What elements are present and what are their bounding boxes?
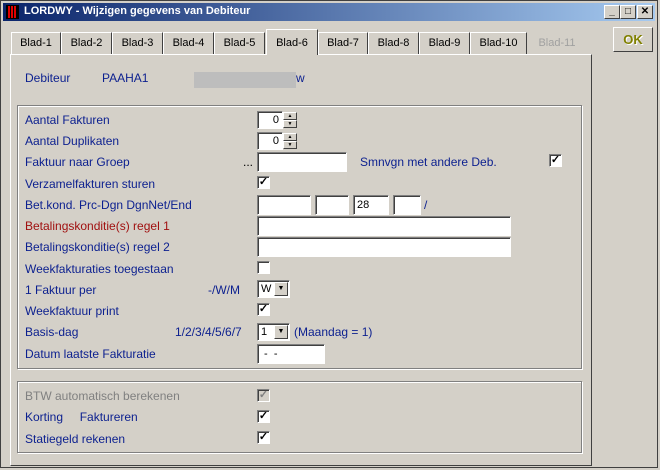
tab-blad-7[interactable]: Blad-7 bbox=[318, 32, 368, 54]
btw-label: BTW automatisch berekenen bbox=[25, 389, 180, 403]
debiteur-name-tail: w bbox=[296, 71, 305, 85]
aantal-fakturen-label: Aantal Fakturen bbox=[25, 113, 110, 127]
aantal-fakturen-spinner[interactable]: ▲ ▼ bbox=[283, 112, 297, 128]
faktuur-groep-input[interactable] bbox=[257, 152, 347, 172]
betalingskonditie-regel2-label: Betalingskonditie(s) regel 2 bbox=[25, 240, 170, 254]
tab-blad-6[interactable]: Blad-6 bbox=[266, 29, 318, 55]
basis-dag-note: (Maandag = 1) bbox=[294, 325, 373, 339]
statiegeld-checkbox[interactable]: ✓ bbox=[257, 431, 270, 444]
statiegeld-label: Statiegeld rekenen bbox=[25, 432, 126, 446]
faktuur-groep-lookup-dots[interactable]: ... bbox=[243, 155, 253, 169]
basis-dag-hint: 1/2/3/4/5/6/7 bbox=[175, 325, 242, 339]
betalingskonditie-regel1-label: Betalingskonditie(s) regel 1 bbox=[25, 219, 170, 233]
basis-dag-value: 1 bbox=[261, 326, 268, 338]
betalingskonditie-regel2-input[interactable] bbox=[257, 237, 511, 257]
betkond-label: Bet.kond. Prc-Dgn DgnNet/End bbox=[25, 198, 192, 212]
weekfakturaties-label: Weekfakturaties toegestaan bbox=[25, 262, 174, 276]
minimize-button[interactable]: _ bbox=[604, 5, 620, 19]
verzamelfakturen-label: Verzamelfakturen sturen bbox=[25, 177, 156, 191]
tab-blad-4[interactable]: Blad-4 bbox=[163, 32, 214, 54]
faktuur-per-value: W bbox=[261, 283, 272, 295]
maximize-button[interactable]: □ bbox=[620, 5, 636, 19]
tab-blad-8[interactable]: Blad-8 bbox=[368, 32, 419, 54]
window-title: LORDWY - Wijzigen gegevens van Debiteur bbox=[24, 5, 251, 17]
btw-checkbox: ✓ bbox=[257, 389, 270, 402]
aantal-duplikaten-spinner[interactable]: ▲ ▼ bbox=[283, 133, 297, 149]
debiteur-code: PAAHA1 bbox=[102, 71, 149, 85]
smnvgn-checkbox[interactable]: ✓ bbox=[549, 154, 562, 167]
tab-blad-5[interactable]: Blad-5 bbox=[214, 32, 265, 54]
betkond-end-input[interactable] bbox=[393, 195, 421, 215]
smnvgn-label: Smnvgn met andere Deb. bbox=[360, 155, 497, 169]
betkond-dgnnet-input[interactable]: 28 bbox=[353, 195, 389, 215]
app-icon bbox=[6, 5, 19, 19]
tab-blad-10[interactable]: Blad-10 bbox=[470, 32, 527, 54]
betalingskonditie-regel1-input[interactable] bbox=[257, 216, 511, 236]
betkond-dgn-input[interactable] bbox=[315, 195, 349, 215]
debiteur-name-field bbox=[194, 72, 296, 88]
faktuur-per-select[interactable]: W ▼ bbox=[257, 280, 290, 298]
aantal-duplikaten-input[interactable]: 0 bbox=[257, 132, 283, 150]
weekfakturaties-checkbox[interactable] bbox=[257, 261, 270, 274]
betkond-prc-input[interactable] bbox=[257, 195, 311, 215]
ok-button[interactable]: OK bbox=[613, 27, 653, 52]
tab-blad-2[interactable]: Blad-2 bbox=[61, 32, 112, 54]
korting-label: Korting Faktureren bbox=[25, 410, 138, 424]
tab-blad-3[interactable]: Blad-3 bbox=[112, 32, 163, 54]
main-window: LORDWY - Wijzigen gegevens van Debiteur … bbox=[0, 0, 658, 468]
debiteur-label: Debiteur bbox=[25, 71, 71, 85]
weekfaktuur-print-label: Weekfaktuur print bbox=[25, 304, 119, 318]
faktuur-per-label: 1 Faktuur per bbox=[25, 283, 97, 297]
datum-laatste-fakturatie-label: Datum laatste Fakturatie bbox=[25, 347, 156, 361]
basis-dag-label: Basis-dag bbox=[25, 325, 79, 339]
datum-laatste-fakturatie-input[interactable]: - - bbox=[257, 344, 325, 364]
close-button[interactable]: ✕ bbox=[637, 5, 653, 19]
faktuur-per-hint: -/W/M bbox=[208, 283, 240, 297]
tab-blad-1[interactable]: Blad-1 bbox=[11, 32, 61, 54]
tab-blad-11: Blad-11 bbox=[527, 32, 587, 54]
verzamelfakturen-checkbox[interactable]: ✓ bbox=[257, 176, 270, 189]
chevron-down-icon[interactable]: ▼ bbox=[274, 325, 288, 339]
betkond-slash: / bbox=[424, 198, 428, 212]
aantal-duplikaten-label: Aantal Duplikaten bbox=[25, 134, 120, 148]
aantal-fakturen-input[interactable]: 0 bbox=[257, 111, 283, 129]
title-bar: LORDWY - Wijzigen gegevens van Debiteur … bbox=[3, 3, 655, 21]
tab-blad-9[interactable]: Blad-9 bbox=[419, 32, 470, 54]
chevron-down-icon[interactable]: ▼ bbox=[274, 282, 288, 296]
basis-dag-select[interactable]: 1 ▼ bbox=[257, 323, 290, 341]
korting-checkbox[interactable]: ✓ bbox=[257, 410, 270, 423]
weekfaktuur-print-checkbox[interactable]: ✓ bbox=[257, 303, 270, 316]
faktuur-groep-label: Faktuur naar Groep bbox=[25, 155, 130, 169]
